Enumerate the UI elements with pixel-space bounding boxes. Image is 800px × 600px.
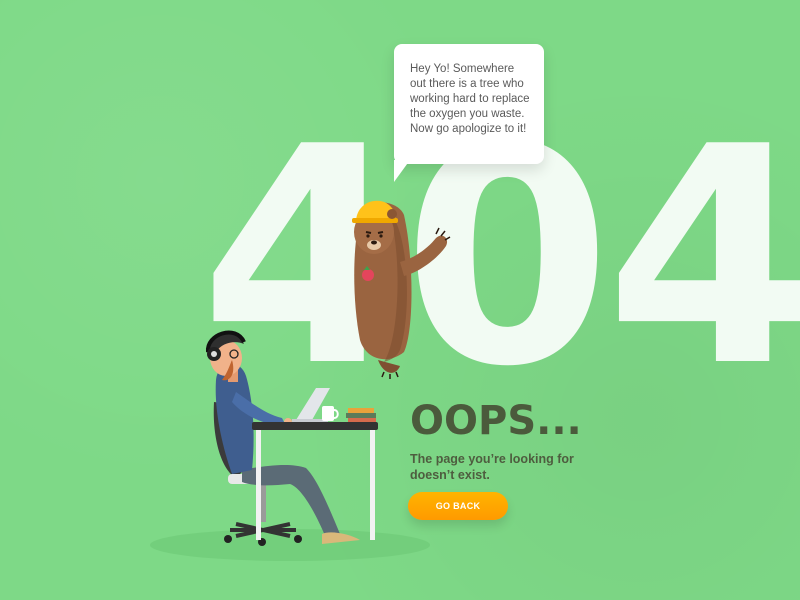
speech-bubble-tail xyxy=(394,160,410,182)
headline: OOPS... xyxy=(410,398,582,444)
desk-shadow xyxy=(150,529,430,561)
error-message: The page you’re looking for doesn’t exis… xyxy=(410,452,574,482)
speech-bubble: Hey Yo! Somewhere out there is a tree wh… xyxy=(394,44,544,164)
go-back-button[interactable]: GO BACK xyxy=(408,492,508,520)
